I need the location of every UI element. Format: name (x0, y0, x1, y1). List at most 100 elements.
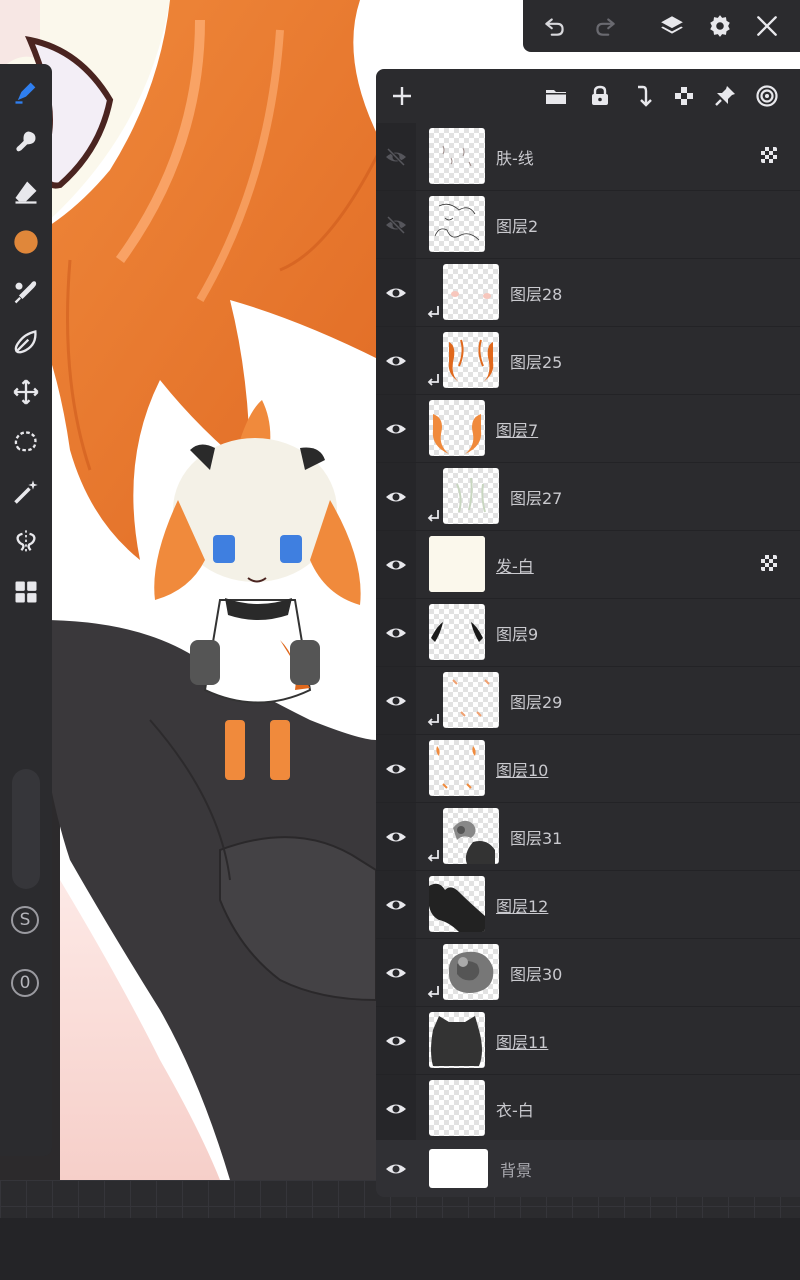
undo-button[interactable] (537, 8, 573, 44)
eye-icon[interactable] (384, 893, 408, 917)
clipping-mask-icon (427, 306, 439, 318)
layer-row[interactable]: 图层29 (376, 667, 800, 735)
eye-icon[interactable] (384, 961, 408, 985)
redo-icon (596, 18, 615, 36)
eye-icon[interactable] (384, 349, 408, 373)
magic-wand-icon (14, 480, 38, 504)
layer-name: 图层30 (510, 965, 563, 984)
close-icon (757, 16, 777, 36)
lasso-tool-button[interactable] (6, 422, 46, 462)
layer-name: 图层25 (510, 353, 563, 372)
layer-row[interactable]: 图层2 (376, 191, 800, 259)
layer-row[interactable]: 图层28 (376, 259, 800, 327)
folder-button[interactable] (539, 79, 573, 113)
eye-icon[interactable] (384, 281, 408, 305)
layer-thumbnail (429, 740, 485, 796)
blend-mode-button[interactable] (750, 79, 784, 113)
layer-row[interactable]: 图层31 (376, 803, 800, 871)
transform-icon (13, 379, 39, 405)
layer-row[interactable]: 图层30 (376, 939, 800, 1007)
settings-button[interactable] (702, 8, 738, 44)
top-bar (523, 0, 800, 52)
layers-button[interactable] (654, 8, 690, 44)
layer-thumbnail (429, 196, 485, 252)
color-swatch-button[interactable] (6, 222, 46, 262)
layer-name: 图层27 (510, 489, 563, 508)
layer-name: 图层7 (496, 421, 539, 440)
eye-icon[interactable] (384, 1029, 408, 1053)
add-layer-icon (393, 87, 411, 105)
layer-row[interactable]: 图层25 (376, 327, 800, 395)
pin-button[interactable] (708, 79, 742, 113)
layer-row[interactable]: 图层7 (376, 395, 800, 463)
app-root: S 0 肤-线 图层2 图层28 图层25 图层7 图层27 发-白 图层9 图… (0, 0, 800, 1280)
layer-name: 图层31 (510, 829, 563, 848)
layer-row[interactable]: 图层11 (376, 1007, 800, 1075)
blend-icon (756, 85, 778, 107)
layer-name: 图层28 (510, 285, 563, 304)
layer-row[interactable]: 肤-线 (376, 123, 800, 191)
quick-menu-icon (15, 581, 37, 603)
layer-thumbnail (429, 1012, 485, 1068)
layer-panel: 肤-线 图层2 图层28 图层25 图层7 图层27 发-白 图层9 图层29 … (376, 69, 800, 1197)
layer-row[interactable]: 图层10 (376, 735, 800, 803)
eye-hidden-icon[interactable] (384, 145, 408, 169)
layer-row[interactable]: 衣-白 (376, 1075, 800, 1143)
eye-icon[interactable] (384, 825, 408, 849)
layer-row[interactable]: 图层12 (376, 871, 800, 939)
layer-thumbnail (429, 128, 485, 184)
fill-tool-icon (14, 330, 37, 354)
symmetry-tool-button[interactable] (6, 522, 46, 562)
clipping-mask-icon (427, 510, 439, 522)
layer-row[interactable]: 发-白 (376, 531, 800, 599)
eye-icon[interactable] (384, 621, 408, 645)
eraser-tool-button[interactable] (6, 172, 46, 212)
clipping-mask-icon (427, 850, 439, 862)
background-layer-row[interactable]: 背景 (376, 1140, 800, 1197)
smudge-tool-button[interactable] (6, 122, 46, 162)
close-button[interactable] (749, 8, 785, 44)
layer-panel-header (376, 69, 800, 123)
eye-icon[interactable] (384, 1157, 408, 1181)
magic-wand-tool-button[interactable] (6, 472, 46, 512)
transform-tool-button[interactable] (6, 372, 46, 412)
clipping-mask-icon (427, 374, 439, 386)
clipping-mask-icon (427, 714, 439, 726)
alpha-lock-indicator-icon (761, 147, 777, 163)
brush-size-slider[interactable] (12, 769, 40, 889)
layer-thumbnail (429, 604, 485, 660)
opacity-toggle-button[interactable]: 0 (11, 969, 39, 997)
layer-name: 衣-白 (496, 1101, 534, 1120)
eye-icon[interactable] (384, 757, 408, 781)
quick-menu-button[interactable] (6, 572, 46, 612)
layer-thumbnail (429, 1080, 485, 1136)
alpha-lock-icon (675, 87, 693, 105)
merge-down-button[interactable] (625, 79, 659, 113)
layer-name: 图层2 (496, 217, 539, 236)
eye-icon[interactable] (384, 485, 408, 509)
eye-icon[interactable] (384, 417, 408, 441)
symmetry-icon (16, 530, 36, 554)
eye-icon[interactable] (384, 689, 408, 713)
bottom-bar (0, 1218, 800, 1280)
symmetry-toggle-button[interactable]: S (11, 906, 39, 934)
layer-name: 肤-线 (496, 149, 534, 168)
eye-icon[interactable] (384, 553, 408, 577)
eye-hidden-icon[interactable] (384, 213, 408, 237)
layer-row[interactable]: 图层9 (376, 599, 800, 667)
fill-tool-button[interactable] (6, 322, 46, 362)
layer-row[interactable]: 图层27 (376, 463, 800, 531)
eye-icon[interactable] (384, 1097, 408, 1121)
redo-button[interactable] (587, 8, 623, 44)
layer-thumbnail (429, 536, 485, 592)
folder-icon (546, 90, 566, 104)
pin-icon (715, 86, 735, 106)
layer-name: 图层11 (496, 1033, 549, 1052)
lock-button[interactable] (583, 79, 617, 113)
alpha-lock-button[interactable] (667, 79, 701, 113)
layer-thumbnail (443, 264, 499, 320)
eyedropper-tool-button[interactable] (6, 272, 46, 312)
add-layer-button[interactable] (385, 79, 419, 113)
lasso-selection-icon (14, 431, 37, 452)
brush-tool-button[interactable] (6, 72, 46, 112)
